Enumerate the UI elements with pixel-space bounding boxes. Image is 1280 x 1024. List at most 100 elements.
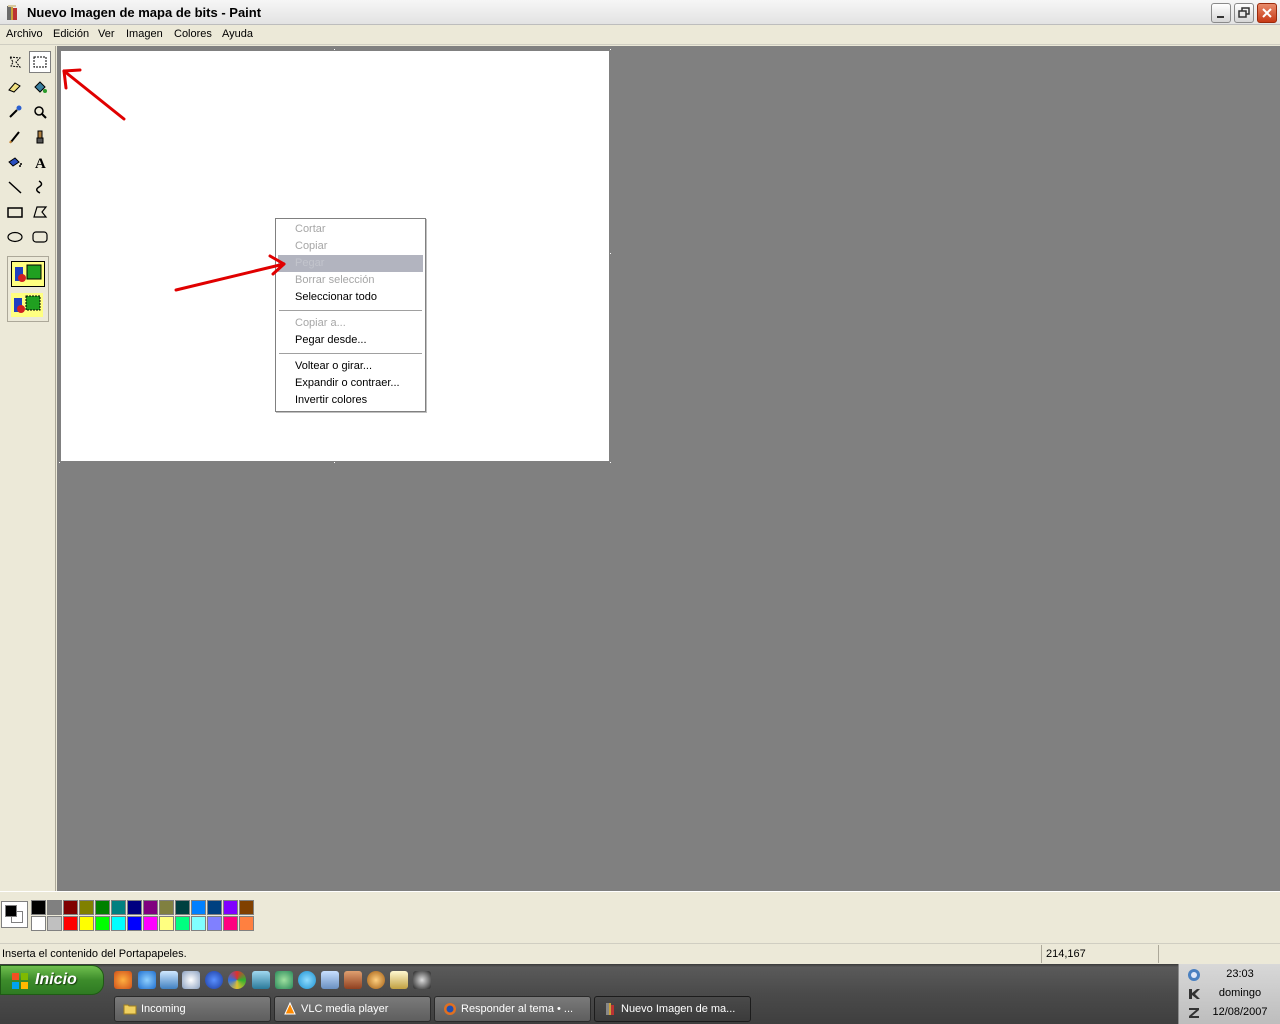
color-swatch[interactable] bbox=[95, 916, 110, 931]
tool-eraser[interactable] bbox=[4, 76, 26, 98]
color-swatch[interactable] bbox=[79, 916, 94, 931]
tool-rectangle[interactable] bbox=[4, 201, 26, 223]
color-swatch[interactable] bbox=[175, 900, 190, 915]
outlook-icon[interactable] bbox=[160, 971, 178, 989]
current-colors[interactable] bbox=[1, 901, 28, 928]
task-paint[interactable]: Nuevo Imagen de ma... bbox=[594, 996, 751, 1022]
tool-polygon[interactable] bbox=[29, 201, 51, 223]
color-swatch[interactable] bbox=[111, 900, 126, 915]
network-icon[interactable] bbox=[275, 971, 293, 989]
ctx-copiar[interactable]: Copiar bbox=[278, 238, 423, 255]
task-vlc[interactable]: VLC media player bbox=[274, 996, 431, 1022]
ctx-pegar-desde[interactable]: Pegar desde... bbox=[278, 332, 423, 349]
chrome-icon[interactable] bbox=[228, 971, 246, 989]
clock-time[interactable]: 23:03 bbox=[1201, 968, 1279, 980]
tv-icon[interactable] bbox=[252, 971, 270, 989]
bat-icon[interactable] bbox=[413, 971, 431, 989]
opaque-selection-icon bbox=[15, 264, 42, 282]
menu-ayuda[interactable]: Ayuda bbox=[222, 28, 253, 40]
ctx-borrar-seleccion[interactable]: Borrar selección bbox=[278, 272, 423, 289]
color-swatch[interactable] bbox=[159, 916, 174, 931]
color-swatch[interactable] bbox=[79, 900, 94, 915]
option-transparent[interactable] bbox=[11, 293, 45, 319]
messenger-icon[interactable] bbox=[182, 971, 200, 989]
color-swatch[interactable] bbox=[31, 900, 46, 915]
media-player-icon[interactable] bbox=[205, 971, 223, 989]
tool-free-select[interactable] bbox=[4, 51, 26, 73]
color-swatch[interactable] bbox=[47, 900, 62, 915]
winamp-icon[interactable] bbox=[367, 971, 385, 989]
start-button[interactable]: Inicio bbox=[0, 965, 104, 995]
color-swatch[interactable] bbox=[127, 916, 142, 931]
menu-colores[interactable]: Colores bbox=[174, 28, 212, 40]
color-swatch[interactable] bbox=[31, 916, 46, 931]
resize-handle-right[interactable] bbox=[609, 252, 612, 255]
menu-ver[interactable]: Ver bbox=[98, 28, 115, 40]
tool-ellipse[interactable] bbox=[4, 226, 26, 248]
ie-icon[interactable] bbox=[138, 971, 156, 989]
color-swatch[interactable] bbox=[143, 916, 158, 931]
color-swatch[interactable] bbox=[63, 900, 78, 915]
color-swatch[interactable] bbox=[175, 916, 190, 931]
menu-imagen[interactable]: Imagen bbox=[126, 28, 163, 40]
ctx-copiar-a[interactable]: Copiar a... bbox=[278, 315, 423, 332]
resize-handle-corner[interactable] bbox=[609, 461, 612, 464]
skype-icon[interactable] bbox=[298, 971, 316, 989]
ctx-voltear-girar[interactable]: Voltear o girar... bbox=[278, 358, 423, 375]
brush-icon bbox=[36, 130, 44, 144]
color-swatch[interactable] bbox=[223, 900, 238, 915]
tool-fill[interactable] bbox=[29, 76, 51, 98]
ctx-invertir-colores[interactable]: Invertir colores bbox=[278, 392, 423, 409]
tool-rect-select[interactable] bbox=[29, 51, 51, 73]
color-swatch[interactable] bbox=[239, 900, 254, 915]
color-swatch[interactable] bbox=[63, 916, 78, 931]
minimize-button[interactable] bbox=[1211, 3, 1231, 23]
task-incoming[interactable]: Incoming bbox=[114, 996, 271, 1022]
tool-pencil[interactable] bbox=[4, 126, 26, 148]
color-swatch[interactable] bbox=[143, 900, 158, 915]
notepad-icon[interactable] bbox=[390, 971, 408, 989]
menu-archivo[interactable]: Archivo bbox=[6, 28, 43, 40]
handle-top-right bbox=[609, 48, 612, 51]
tool-rounded-rect[interactable] bbox=[29, 226, 51, 248]
foreground-color[interactable] bbox=[5, 905, 17, 917]
tool-color-picker[interactable] bbox=[4, 101, 26, 123]
color-swatch[interactable] bbox=[223, 916, 238, 931]
resize-handle-bottom[interactable] bbox=[333, 461, 336, 464]
tool-airbrush[interactable] bbox=[4, 151, 26, 173]
ctx-cortar[interactable]: Cortar bbox=[278, 221, 423, 238]
satellite-icon[interactable] bbox=[321, 971, 339, 989]
title-bar[interactable]: Nuevo Imagen de mapa de bits - Paint bbox=[0, 0, 1280, 25]
tool-brush[interactable] bbox=[29, 126, 51, 148]
tool-line[interactable] bbox=[4, 176, 26, 198]
restore-button[interactable] bbox=[1234, 3, 1254, 23]
color-swatch[interactable] bbox=[207, 916, 222, 931]
color-swatch[interactable] bbox=[95, 900, 110, 915]
color-swatch[interactable] bbox=[239, 916, 254, 931]
tool-magnifier[interactable] bbox=[29, 101, 51, 123]
color-swatch[interactable] bbox=[207, 900, 222, 915]
keyboard-tray-icon[interactable] bbox=[1187, 987, 1201, 1001]
tool-icon[interactable] bbox=[344, 971, 362, 989]
status-size-panel bbox=[1158, 945, 1278, 963]
color-swatch[interactable] bbox=[159, 900, 174, 915]
option-opaque[interactable] bbox=[11, 261, 45, 287]
firefox-icon[interactable] bbox=[114, 971, 132, 989]
task-firefox[interactable]: Responder al tema • ... bbox=[434, 996, 591, 1022]
color-swatch[interactable] bbox=[191, 916, 206, 931]
color-swatch[interactable] bbox=[47, 916, 62, 931]
ctx-seleccionar-todo[interactable]: Seleccionar todo bbox=[278, 289, 423, 306]
tool-curve[interactable] bbox=[29, 176, 51, 198]
ctx-expandir-contraer[interactable]: Expandir o contraer... bbox=[278, 375, 423, 392]
menu-edicion[interactable]: Edición bbox=[53, 28, 89, 40]
workspace[interactable] bbox=[57, 46, 1280, 891]
zone-tray-icon[interactable] bbox=[1187, 1006, 1201, 1020]
network-tray-icon[interactable] bbox=[1187, 968, 1201, 982]
color-swatch[interactable] bbox=[111, 916, 126, 931]
close-button[interactable] bbox=[1257, 3, 1277, 23]
tool-text[interactable]: A bbox=[29, 151, 51, 173]
task-label: Nuevo Imagen de ma... bbox=[621, 1003, 736, 1015]
color-swatch[interactable] bbox=[127, 900, 142, 915]
color-swatch[interactable] bbox=[191, 900, 206, 915]
ctx-pegar[interactable]: Pegar bbox=[278, 255, 423, 272]
